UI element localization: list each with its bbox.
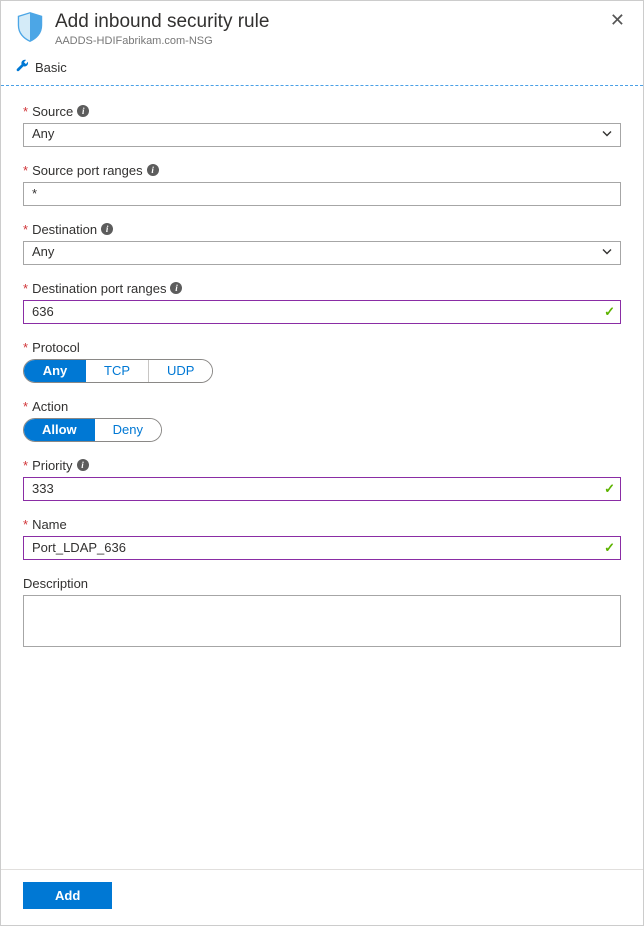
- required-marker: *: [23, 340, 28, 355]
- action-allow-button[interactable]: Allow: [24, 419, 95, 441]
- field-name: * Name ✓: [23, 517, 621, 560]
- blade-header: Add inbound security rule AADDS-HDIFabri…: [1, 1, 643, 55]
- blade-subtitle: AADDS-HDIFabrikam.com-NSG: [55, 35, 606, 47]
- field-destination: * Destination i Any: [23, 222, 621, 265]
- name-input[interactable]: [23, 536, 621, 560]
- required-marker: *: [23, 104, 28, 119]
- action-deny-button[interactable]: Deny: [95, 419, 161, 441]
- add-button[interactable]: Add: [23, 882, 112, 909]
- protocol-udp-button[interactable]: UDP: [149, 360, 212, 382]
- checkmark-icon: ✓: [604, 304, 615, 320]
- form-area: * Source i Any * Source port ranges i * …: [1, 86, 643, 869]
- label-destination-port-ranges: Destination port ranges: [32, 281, 166, 296]
- field-destination-port-ranges: * Destination port ranges i ✓: [23, 281, 621, 324]
- destination-select[interactable]: Any: [23, 241, 621, 265]
- label-source-port-ranges: Source port ranges: [32, 163, 143, 178]
- required-marker: *: [23, 399, 28, 414]
- label-source: Source: [32, 104, 73, 119]
- info-icon[interactable]: i: [77, 459, 89, 471]
- footer: Add: [1, 869, 643, 925]
- source-select[interactable]: Any: [23, 123, 621, 147]
- field-description: Description: [23, 576, 621, 650]
- close-button[interactable]: ✕: [606, 11, 629, 29]
- info-icon[interactable]: i: [147, 164, 159, 176]
- blade-title: Add inbound security rule: [55, 11, 606, 34]
- required-marker: *: [23, 281, 28, 296]
- title-block: Add inbound security rule AADDS-HDIFabri…: [55, 11, 606, 47]
- required-marker: *: [23, 163, 28, 178]
- label-name: Name: [32, 517, 67, 532]
- field-action: * Action Allow Deny: [23, 399, 621, 442]
- priority-input[interactable]: [23, 477, 621, 501]
- destination-port-ranges-input[interactable]: [23, 300, 621, 324]
- required-marker: *: [23, 222, 28, 237]
- field-source-port-ranges: * Source port ranges i: [23, 163, 621, 206]
- protocol-segmented: Any TCP UDP: [23, 359, 213, 383]
- info-icon[interactable]: i: [77, 105, 89, 117]
- checkmark-icon: ✓: [604, 481, 615, 497]
- protocol-tcp-button[interactable]: TCP: [86, 360, 149, 382]
- info-icon[interactable]: i: [170, 282, 182, 294]
- checkmark-icon: ✓: [604, 540, 615, 556]
- label-destination: Destination: [32, 222, 97, 237]
- toolbar: Basic: [1, 55, 643, 86]
- action-segmented: Allow Deny: [23, 418, 162, 442]
- source-port-ranges-input[interactable]: [23, 182, 621, 206]
- field-priority: * Priority i ✓: [23, 458, 621, 501]
- shield-icon: [15, 11, 45, 43]
- label-protocol: Protocol: [32, 340, 80, 355]
- basic-toggle[interactable]: Basic: [35, 60, 67, 75]
- field-source: * Source i Any: [23, 104, 621, 147]
- description-textarea[interactable]: [23, 595, 621, 647]
- protocol-any-button[interactable]: Any: [24, 360, 86, 382]
- field-protocol: * Protocol Any TCP UDP: [23, 340, 621, 383]
- required-marker: *: [23, 517, 28, 532]
- required-marker: *: [23, 458, 28, 473]
- wrench-icon: [15, 59, 29, 77]
- label-description: Description: [23, 576, 88, 591]
- label-action: Action: [32, 399, 68, 414]
- info-icon[interactable]: i: [101, 223, 113, 235]
- label-priority: Priority: [32, 458, 72, 473]
